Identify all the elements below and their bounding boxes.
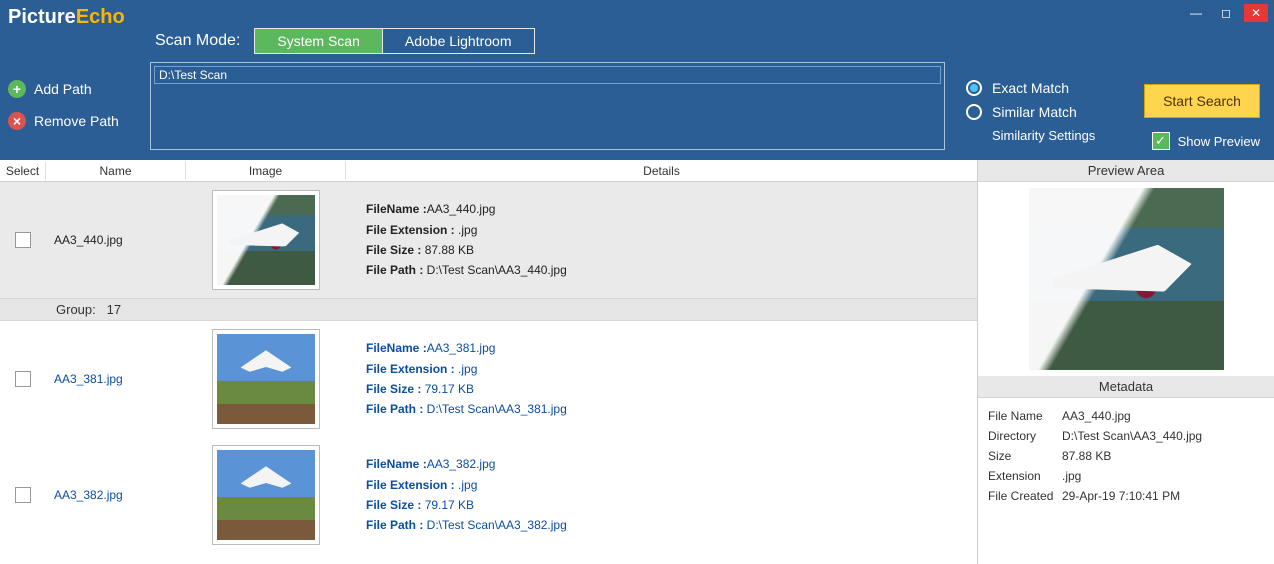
plus-icon: +: [8, 80, 26, 98]
row-details: FileName :AA3_381.jpgFile Extension : .j…: [346, 338, 977, 420]
metadata-header: Metadata: [978, 376, 1274, 398]
logo-text-a: Picture: [8, 6, 76, 29]
window-controls: — ◻ ✕: [1184, 4, 1268, 22]
app-logo: PictureEcho: [8, 6, 125, 29]
path-entry[interactable]: D:\Test Scan: [154, 66, 941, 84]
col-details[interactable]: Details: [346, 162, 977, 180]
row-filename: AA3_440.jpg: [46, 233, 186, 247]
table-row[interactable]: AA3_382.jpg FileName :AA3_382.jpgFile Ext…: [0, 437, 977, 553]
preview-image-wrap: [978, 182, 1274, 376]
metadata-key: Extension: [988, 469, 1062, 483]
add-path-button[interactable]: + Add Path: [8, 80, 119, 98]
x-icon: ×: [8, 112, 26, 130]
row-filename: AA3_381.jpg: [46, 372, 186, 386]
row-thumbnail-cell: [186, 445, 346, 545]
metadata-key: File Created: [988, 489, 1062, 503]
row-details: FileName :AA3_440.jpgFile Extension : .j…: [346, 199, 977, 281]
scan-mode-label: Scan Mode:: [155, 32, 240, 50]
metadata-key: File Name: [988, 409, 1062, 423]
checkbox-icon: [1152, 132, 1170, 150]
metadata-row: File Created29-Apr-19 7:10:41 PM: [988, 486, 1264, 506]
scan-mode-row: Scan Mode: System Scan Adobe Lightroom: [155, 28, 535, 54]
match-options: Exact Match Similar Match Similarity Set…: [966, 80, 1095, 143]
tab-adobe-lightroom[interactable]: Adobe Lightroom: [383, 29, 534, 53]
remove-path-button[interactable]: × Remove Path: [8, 112, 119, 130]
metadata-value: 29-Apr-19 7:10:41 PM: [1062, 489, 1180, 503]
results-rows[interactable]: AA3_440.jpg FileName :AA3_440.jpgFile Ext…: [0, 182, 977, 564]
scan-mode-tabs: System Scan Adobe Lightroom: [254, 28, 534, 54]
metadata-row: DirectoryD:\Test Scan\AA3_440.jpg: [988, 426, 1264, 446]
col-name[interactable]: Name: [46, 162, 186, 180]
exact-match-radio[interactable]: Exact Match: [966, 80, 1095, 96]
preview-area-header: Preview Area: [978, 160, 1274, 182]
row-thumbnail-cell: [186, 329, 346, 429]
metadata-value: 87.88 KB: [1062, 449, 1111, 463]
metadata-value: AA3_440.jpg: [1062, 409, 1131, 423]
col-select[interactable]: Select: [0, 162, 46, 180]
row-checkbox[interactable]: [15, 371, 31, 387]
row-thumbnail[interactable]: [212, 190, 320, 290]
row-details: FileName :AA3_382.jpgFile Extension : .j…: [346, 454, 977, 536]
row-select-cell: [0, 232, 46, 248]
metadata-value: D:\Test Scan\AA3_440.jpg: [1062, 429, 1202, 443]
row-thumbnail[interactable]: [212, 445, 320, 545]
row-select-cell: [0, 371, 46, 387]
group-separator: Group: 17: [0, 298, 977, 321]
metadata-table: File NameAA3_440.jpgDirectoryD:\Test Sca…: [978, 398, 1274, 514]
similarity-settings-link[interactable]: Similarity Settings: [992, 128, 1095, 143]
similar-match-radio[interactable]: Similar Match: [966, 104, 1095, 120]
row-filename: AA3_382.jpg: [46, 488, 186, 502]
metadata-key: Directory: [988, 429, 1062, 443]
table-row[interactable]: AA3_440.jpg FileName :AA3_440.jpgFile Ext…: [0, 182, 977, 298]
group-number: 17: [107, 302, 121, 317]
row-checkbox[interactable]: [15, 232, 31, 248]
metadata-key: Size: [988, 449, 1062, 463]
radio-icon: [966, 104, 982, 120]
row-thumbnail[interactable]: [212, 329, 320, 429]
metadata-value: .jpg: [1062, 469, 1081, 483]
grid-header: Select Name Image Details: [0, 160, 977, 182]
col-image[interactable]: Image: [186, 162, 346, 180]
metadata-row: Extension.jpg: [988, 466, 1264, 486]
radio-icon: [966, 80, 982, 96]
remove-path-label: Remove Path: [34, 113, 119, 129]
add-path-label: Add Path: [34, 81, 92, 97]
start-search-button[interactable]: Start Search: [1144, 84, 1260, 118]
tab-system-scan[interactable]: System Scan: [255, 29, 382, 53]
row-select-cell: [0, 487, 46, 503]
group-label: Group:: [56, 302, 96, 317]
row-checkbox[interactable]: [15, 487, 31, 503]
row-thumbnail-cell: [186, 190, 346, 290]
similar-match-label: Similar Match: [992, 104, 1077, 120]
show-preview-toggle[interactable]: Show Preview: [1152, 132, 1260, 150]
close-button[interactable]: ✕: [1244, 4, 1268, 22]
minimize-button[interactable]: —: [1184, 4, 1208, 22]
path-actions: + Add Path × Remove Path: [8, 80, 119, 130]
table-row[interactable]: AA3_381.jpg FileName :AA3_381.jpgFile Ext…: [0, 321, 977, 437]
results-panel: Select Name Image Details AA3_440.jpg Fil…: [0, 160, 978, 564]
metadata-row: Size87.88 KB: [988, 446, 1264, 466]
maximize-button[interactable]: ◻: [1214, 4, 1238, 22]
exact-match-label: Exact Match: [992, 80, 1069, 96]
app-header: — ◻ ✕ PictureEcho Scan Mode: System Scan…: [0, 0, 1274, 160]
path-list-box: D:\Test Scan: [150, 62, 945, 150]
preview-image: [1029, 188, 1224, 370]
preview-sidebar: Preview Area Metadata File NameAA3_440.j…: [978, 160, 1274, 564]
logo-text-b: Echo: [76, 6, 125, 29]
metadata-row: File NameAA3_440.jpg: [988, 406, 1264, 426]
show-preview-label: Show Preview: [1178, 134, 1260, 149]
